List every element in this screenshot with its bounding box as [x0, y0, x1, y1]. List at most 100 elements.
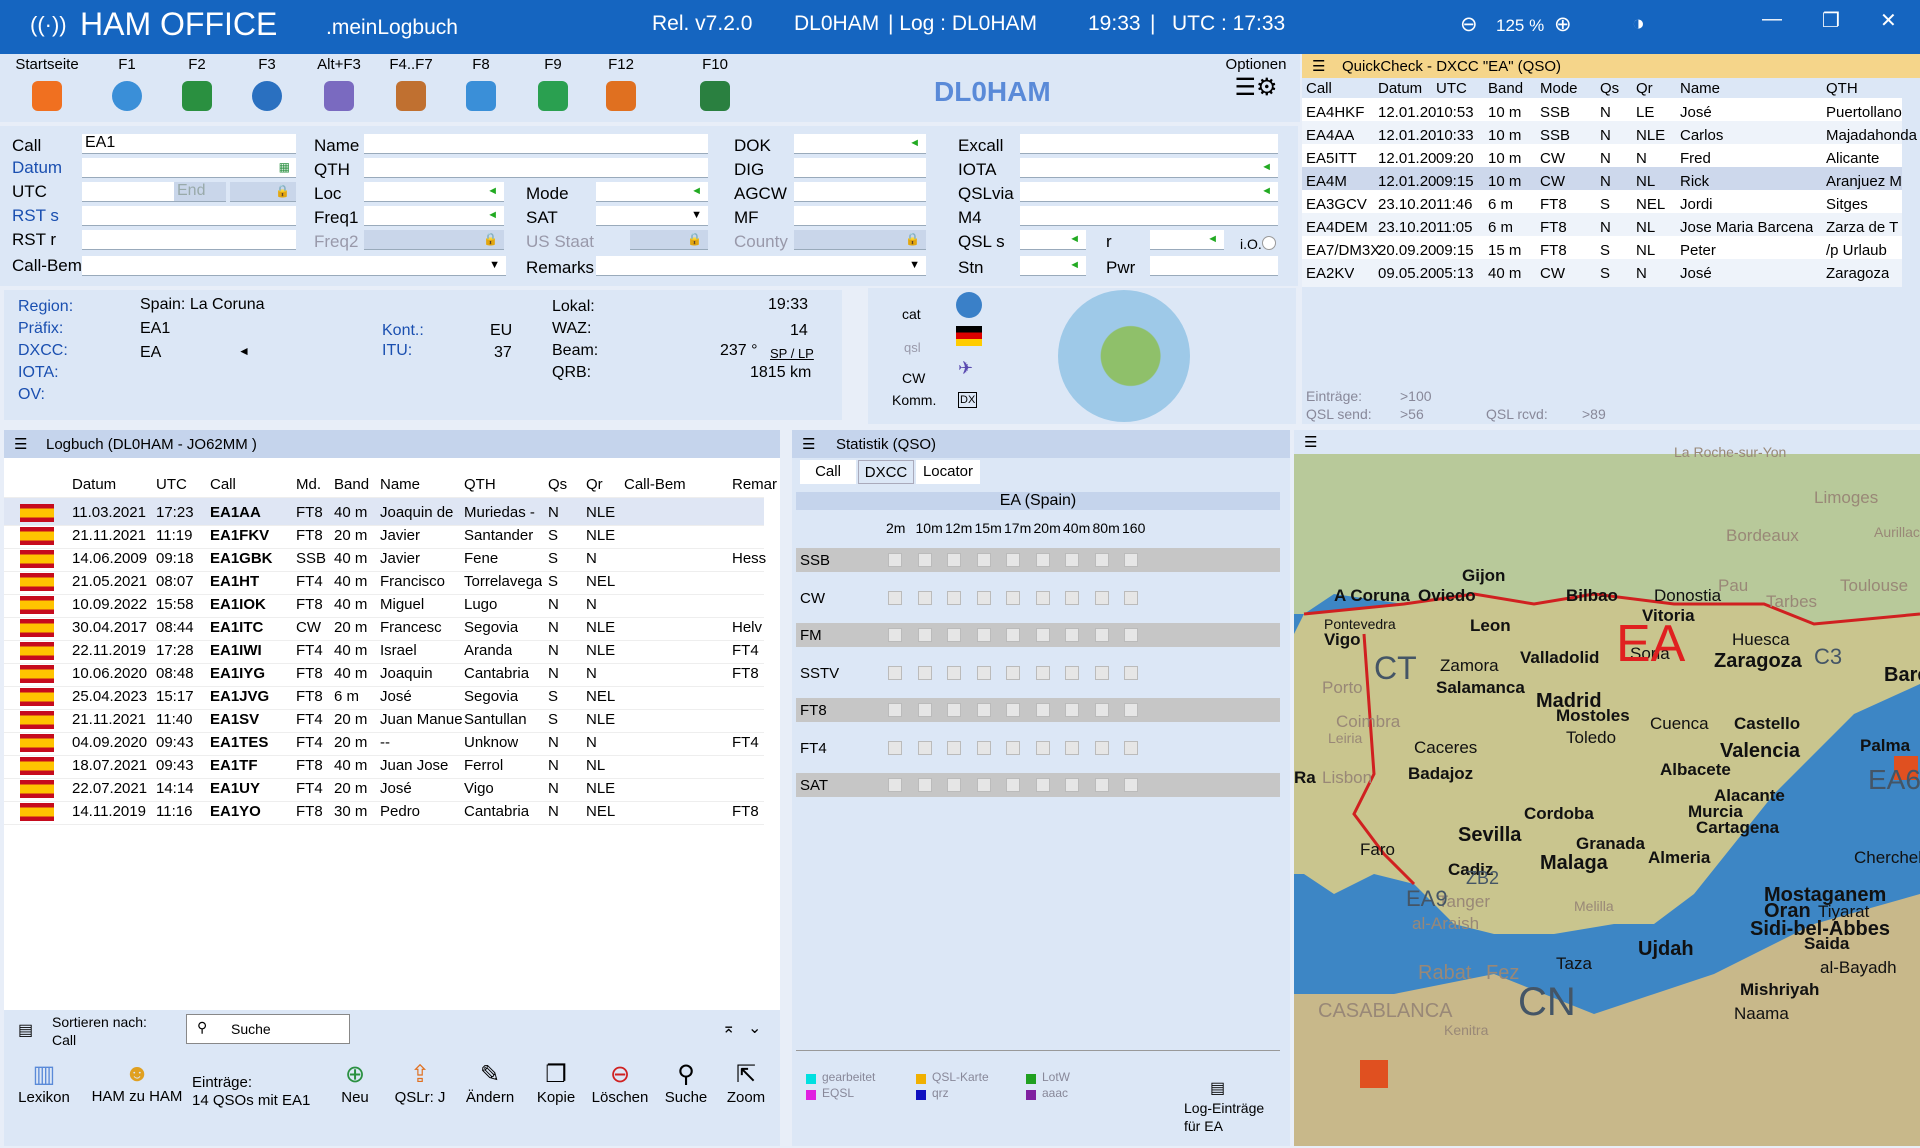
band-cell[interactable] — [1094, 590, 1109, 605]
band-cell[interactable] — [917, 740, 932, 755]
utc-input[interactable] — [82, 182, 174, 202]
left-arrow-icon[interactable]: ◄ — [1069, 259, 1080, 271]
list-icon[interactable]: ▤ — [1210, 1078, 1225, 1098]
band-cell[interactable] — [947, 590, 961, 605]
band-cell[interactable] — [917, 590, 932, 605]
kopie-button[interactable]: ❐ Kopie — [526, 1060, 586, 1106]
aendern-button[interactable]: ✎ Ändern — [460, 1060, 520, 1106]
band-cell[interactable] — [1035, 665, 1050, 680]
m4-input[interactable] — [1020, 206, 1278, 226]
band-cell[interactable] — [1035, 628, 1050, 642]
menu-icon[interactable]: ☰ — [14, 435, 27, 453]
log-col[interactable]: Md. — [296, 476, 321, 493]
band-cell[interactable] — [1065, 590, 1079, 605]
options-button[interactable]: Optionen ☰⚙ — [1206, 56, 1306, 102]
band-cell[interactable] — [1035, 590, 1050, 605]
sp-lp-link[interactable]: SP / LP — [770, 346, 814, 361]
cw-button[interactable]: CW — [902, 370, 925, 386]
germany-flag-icon[interactable] — [956, 326, 982, 346]
menu-icon[interactable]: ☰ — [1304, 433, 1317, 451]
zoom-in-icon[interactable]: ⊕ — [1554, 12, 1572, 37]
mf-input[interactable] — [794, 206, 926, 226]
qc-col[interactable]: Call — [1306, 80, 1332, 97]
band-cell[interactable] — [917, 778, 932, 792]
globe-small-icon[interactable] — [956, 292, 982, 318]
mail-button[interactable]: F9 — [518, 56, 588, 111]
clock-button[interactable]: F2 — [162, 56, 232, 111]
dropdown-icon[interactable]: ▼ — [909, 259, 920, 271]
tab-dxcc[interactable]: DXCC — [858, 460, 914, 484]
band-cell[interactable] — [947, 553, 961, 567]
close-icon[interactable]: ✕ — [1880, 8, 1897, 33]
dxcc-arrow-icon[interactable]: ◄ — [238, 344, 250, 358]
qc-col[interactable]: Mode — [1540, 80, 1578, 97]
band-cell[interactable] — [1035, 778, 1050, 792]
log-col[interactable]: QTH — [464, 476, 496, 493]
stn-input[interactable]: ◄ — [1020, 256, 1086, 276]
help-button[interactable]: F1 — [92, 56, 162, 111]
menu-icon[interactable]: ☰ — [802, 435, 815, 453]
hamzuham-button[interactable]: ☻ HAM zu HAM — [82, 1060, 192, 1105]
freq2-input[interactable]: 🔒 — [364, 230, 504, 250]
county-input[interactable]: 🔒 — [794, 230, 926, 250]
log-col[interactable]: UTC — [156, 476, 187, 493]
iota-input[interactable]: ◄ — [1020, 158, 1278, 178]
band-cell[interactable] — [917, 703, 932, 717]
left-arrow-icon[interactable]: ◄ — [909, 137, 920, 149]
band-cell[interactable] — [976, 590, 991, 605]
qslr-button[interactable]: ⇪ QSLr: J — [388, 1060, 452, 1106]
qsl-button[interactable]: qsl — [904, 340, 921, 355]
band-cell[interactable] — [1006, 740, 1020, 755]
band-cell[interactable] — [888, 553, 902, 567]
band-cell[interactable] — [888, 740, 902, 755]
neu-button[interactable]: ⊕ Neu — [330, 1060, 380, 1106]
band-cell[interactable] — [1124, 740, 1138, 755]
band-cell[interactable] — [1094, 665, 1109, 680]
left-arrow-icon[interactable]: ◄ — [487, 209, 498, 221]
satellite-small-icon[interactable]: ✈ — [958, 358, 973, 379]
theme-icon[interactable]: ◑ — [1632, 12, 1645, 36]
band-cell[interactable] — [1094, 740, 1109, 755]
zoom-button[interactable]: ⇱ Zoom — [718, 1060, 774, 1106]
suche-button[interactable]: ⚲ Suche — [658, 1060, 714, 1106]
tab-locator[interactable]: Locator — [916, 460, 980, 484]
call-input[interactable]: EA1 — [82, 134, 296, 154]
band-cell[interactable] — [1124, 628, 1138, 642]
qc-col[interactable]: Qs — [1600, 80, 1619, 97]
band-cell[interactable] — [976, 703, 991, 717]
qc-col[interactable]: Datum — [1378, 80, 1422, 97]
dropdown-icon[interactable]: ▼ — [691, 209, 702, 221]
band-cell[interactable] — [1094, 703, 1109, 717]
band-cell[interactable] — [1006, 665, 1020, 680]
qc-col[interactable]: Qr — [1636, 80, 1653, 97]
left-arrow-icon[interactable]: ◄ — [1261, 161, 1272, 173]
band-cell[interactable] — [1124, 590, 1138, 605]
search-input[interactable]: ⚲ Suche — [186, 1014, 350, 1044]
band-cell[interactable] — [888, 628, 902, 642]
band-cell[interactable] — [1035, 553, 1050, 567]
band-cell[interactable] — [1035, 703, 1050, 717]
qc-col[interactable]: Band — [1488, 80, 1523, 97]
left-arrow-icon[interactable]: ◄ — [1069, 233, 1080, 245]
menu-icon[interactable]: ☰ — [1312, 57, 1325, 75]
band-cell[interactable] — [1006, 703, 1020, 717]
datum-input[interactable]: ▦ — [82, 158, 296, 178]
sync-button[interactable]: F12 — [586, 56, 656, 111]
zoom-out-icon[interactable]: ⊖ — [1460, 12, 1478, 37]
band-cell[interactable] — [947, 703, 961, 717]
band-cell[interactable] — [1124, 665, 1138, 680]
qslvia-input[interactable]: ◄ — [1020, 182, 1278, 202]
loc-input[interactable]: ◄ — [364, 182, 504, 202]
qc-col[interactable]: UTC — [1436, 80, 1467, 97]
band-cell[interactable] — [947, 778, 961, 792]
document-button[interactable]: F4..F7 — [376, 56, 446, 111]
pwr-input[interactable] — [1150, 256, 1278, 276]
minimize-icon[interactable]: — — [1762, 8, 1782, 31]
satellite-button[interactable]: Alt+F3 — [304, 56, 374, 111]
log-col[interactable]: Qr — [586, 476, 603, 493]
log-eintraege-link[interactable]: Log-Einträge — [1184, 1100, 1264, 1116]
band-cell[interactable] — [1065, 665, 1079, 680]
callbem-input[interactable]: ▼ — [82, 256, 506, 276]
band-cell[interactable] — [1006, 778, 1020, 792]
band-cell[interactable] — [917, 553, 932, 567]
